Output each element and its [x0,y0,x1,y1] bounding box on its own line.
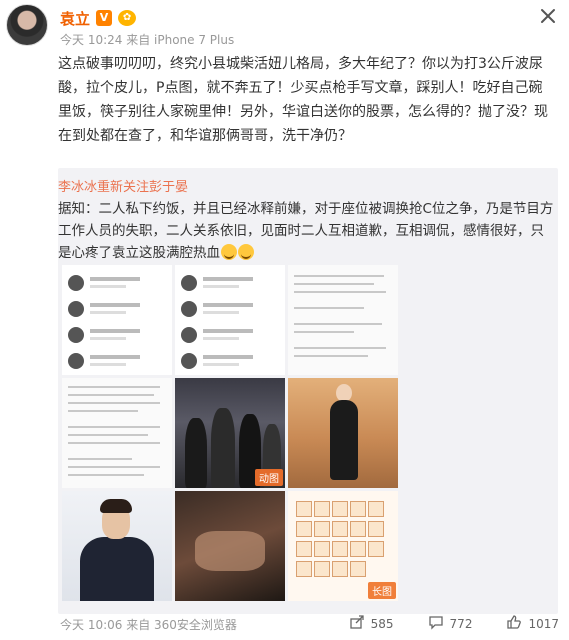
repost-meta: 今天 10:06 来自 360安全浏览器 [60,618,237,632]
repost-text-body: 据知：二人私下约饭，并且已经冰释前嫌，对于座位被调换抢C位之争，乃是节目方工作人… [58,201,554,261]
author-row: 袁立 V ✿ [60,8,137,29]
image-thumb[interactable]: 长图 [288,491,398,601]
gif-badge: 动图 [255,469,283,486]
post-header: 袁立 V ✿ 今天 10:24 来自 iPhone 7 Plus [0,0,569,52]
image-thumb[interactable] [288,378,398,488]
comment-count: 772 [449,616,473,631]
long-image-badge: 长图 [368,582,396,599]
share-count: 585 [370,616,394,631]
level-badge: ✿ [118,10,137,26]
repost-text: 据知：二人私下约饭，并且已经冰释前嫌，对于座位被调换抢C位之争，乃是节目方工作人… [58,198,554,264]
image-thumb[interactable] [62,491,172,601]
avatar[interactable] [6,4,48,46]
image-thumb[interactable]: 动图 [175,378,285,488]
laugh-emoji-icon [238,244,254,260]
image-thumb[interactable] [175,491,285,601]
laugh-emoji-icon [221,244,237,260]
like-button[interactable]: 1017 [506,614,559,633]
like-count: 1017 [528,616,559,631]
comment-icon [428,614,444,633]
chat-row [181,351,279,371]
action-bar: 585 772 1017 [349,614,559,633]
image-thumb[interactable] [62,378,172,488]
chat-row [181,273,279,293]
verified-badge: V [96,10,113,26]
image-thumb[interactable] [288,265,398,375]
comment-button[interactable]: 772 [428,614,473,633]
repost-box[interactable]: 李冰冰重新关注彭于晏 据知：二人私下约饭，并且已经冰释前嫌，对于座位被调换抢C位… [58,168,558,614]
share-icon [349,614,365,633]
chat-row [68,351,166,371]
chat-row [68,299,166,319]
chat-row [181,325,279,345]
post-text: 这点破事叨叨叨，终究小县城柴活妞儿格局，多大年纪了？你以为打3公斤波尿酸，拉个皮… [58,56,548,144]
share-button[interactable]: 585 [349,614,394,633]
chat-row [181,299,279,319]
repost-username[interactable]: 李冰冰重新关注彭于晏 [58,176,188,195]
post-meta: 今天 10:24 来自 iPhone 7 Plus [60,33,235,47]
chat-row [68,325,166,345]
image-thumb[interactable] [175,265,285,375]
chat-row [68,273,166,293]
image-thumb[interactable] [62,265,172,375]
like-icon [506,614,522,633]
username[interactable]: 袁立 [60,8,90,29]
close-icon[interactable] [537,5,559,27]
